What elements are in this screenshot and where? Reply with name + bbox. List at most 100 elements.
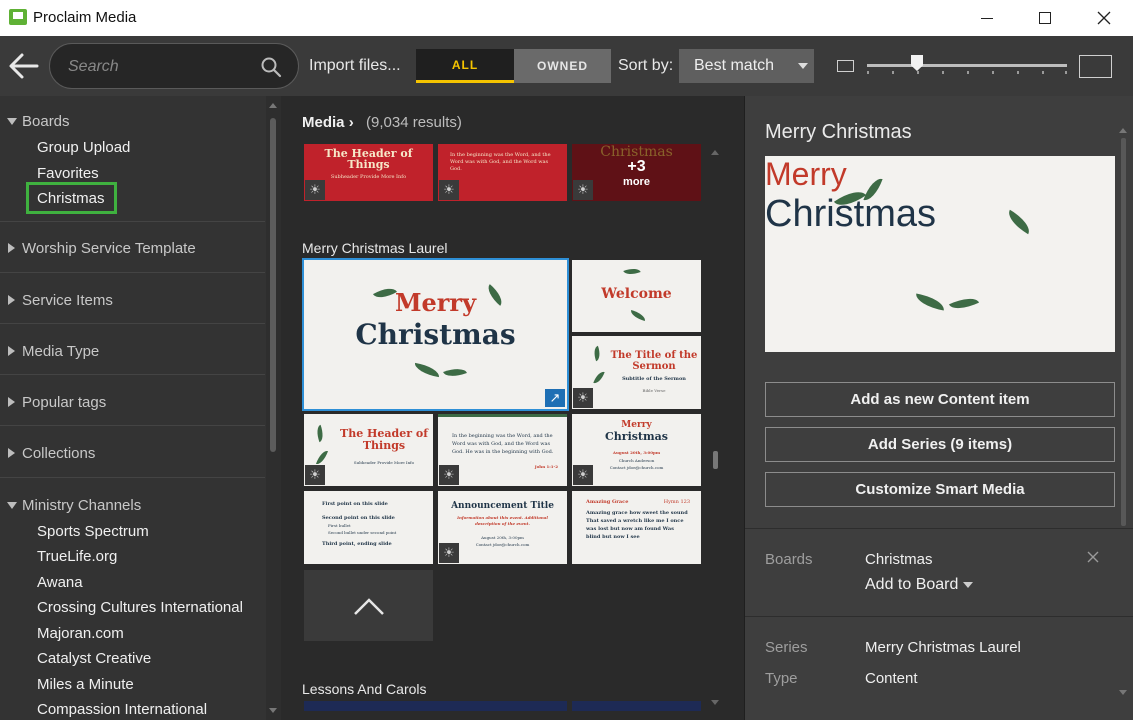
sidebar-item-channel[interactable]: Miles a Minute [37,676,134,693]
media-thumbnail-partial[interactable] [572,701,701,711]
collapsed-triangle-icon[interactable] [8,397,15,407]
media-thumbnail[interactable]: First point on this slide Second point o… [304,491,433,564]
add-to-board-label: Add to Board [865,576,959,593]
slider-tick [942,71,944,74]
lightbulb-icon[interactable]: ☀ [439,543,459,563]
thumb-lyrics: Amazing grace how sweet the sound That s… [586,510,688,540]
expanded-triangle-icon[interactable] [7,118,17,125]
remove-board-button[interactable] [1087,550,1099,568]
sidebar-item-channel[interactable]: Sports Spectrum [37,523,149,540]
scroll-down-icon[interactable] [269,708,277,713]
sidebar-item-channel[interactable]: Crossing Cultures International [37,599,243,616]
sidebar-section-service-items[interactable]: Service Items [22,292,113,309]
sidebar-item-channel[interactable]: TrueLife.org [37,548,117,565]
lightbulb-icon[interactable]: ☀ [439,465,459,485]
media-thumbnail[interactable]: In the beginning was the Word, and the W… [438,414,567,486]
selected-board-highlight [26,182,117,214]
slider-tick [1065,71,1067,74]
back-button[interactable] [6,48,42,84]
boards-label: Boards [765,551,813,568]
media-thumbnail[interactable]: The Header of Things Subheader Provide M… [304,414,433,486]
sidebar-item-channel[interactable]: Majoran.com [37,625,124,642]
collapsed-triangle-icon[interactable] [8,243,15,253]
sidebar-item-favorites[interactable]: Favorites [37,165,99,182]
scroll-up-icon[interactable] [711,150,719,155]
media-thumbnail[interactable]: Amazing Grace Hymn 123 Amazing grace how… [572,491,701,564]
scrollbar-thumb[interactable] [713,451,718,469]
arrow-left-icon [9,53,39,79]
expanded-triangle-icon[interactable] [7,502,17,509]
media-thumbnail[interactable]: The Header of Things Subheader Provide M… [304,144,433,201]
collapsed-triangle-icon[interactable] [8,448,15,458]
sidebar-item-group-upload[interactable]: Group Upload [37,139,130,156]
thumb-title: Announcement Title [451,501,554,511]
boards-heading[interactable]: Boards [22,113,70,130]
media-thumbnail[interactable]: Merry Christmas August 20th, 3:00pm Chur… [572,414,701,486]
window-title: Proclaim Media [33,9,137,26]
breadcrumb-media[interactable]: Media [302,114,345,131]
scroll-up-icon[interactable] [1119,128,1127,133]
maximize-icon [1039,12,1051,24]
customize-smart-media-button[interactable]: Customize Smart Media [765,472,1115,507]
slider-tick [892,71,894,74]
thumb-title: Welcome [601,286,672,302]
search-icon[interactable] [260,56,282,78]
search-box [49,43,299,89]
media-thumbnail-partial[interactable] [304,701,567,711]
lightbulb-icon[interactable]: ☀ [573,465,593,485]
small-thumbnail-icon[interactable] [837,60,854,72]
sidebar-section-collections[interactable]: Collections [22,445,95,462]
media-thumbnail-selected[interactable]: Merry Christmas ↗ [302,258,569,411]
sidebar-item-channel[interactable]: Awana [37,574,83,591]
breadcrumb[interactable]: Media › [302,114,354,131]
sidebar-item-channel[interactable]: Compassion International [37,701,207,718]
thumb-info: Church Anderson [618,458,655,463]
lightbulb-icon[interactable]: ☀ [305,465,325,485]
filter-all-tab[interactable]: ALL [416,49,514,83]
lightbulb-icon[interactable]: ☀ [573,180,593,200]
sidebar-item-channel[interactable]: Catalyst Creative [37,650,151,667]
thumb-title: The Header of Things [340,427,428,452]
collapsed-triangle-icon[interactable] [8,295,15,305]
leaf-decoration [313,424,327,443]
slider-thumb[interactable] [911,55,923,71]
thumbnail-size-slider[interactable] [867,55,1067,74]
ministry-channels-heading[interactable]: Ministry Channels [22,497,141,514]
media-thumbnail-more[interactable]: Christmas +3 more ☀ [572,144,701,201]
collapsed-triangle-icon[interactable] [8,346,15,356]
search-input[interactable] [68,56,258,78]
sort-select[interactable]: Best match [679,49,814,83]
scrollbar-thumb[interactable] [1121,138,1126,526]
media-thumbnail[interactable]: The Title of the Sermon Subtitle of the … [572,336,701,409]
results-count: (9,034 results) [366,114,462,131]
media-thumbnail[interactable]: Announcement Title Information about thi… [438,491,567,564]
toolbar: Import files... ALL OWNED Sort by: Best … [0,36,1133,96]
sidebar-section-worship-service-template[interactable]: Worship Service Template [22,240,196,257]
scroll-down-icon[interactable] [1119,690,1127,695]
divider [0,477,265,478]
expand-arrow-icon[interactable]: ↗ [545,389,565,407]
large-thumbnail-icon[interactable] [1079,55,1112,78]
lightbulb-icon[interactable]: ☀ [573,388,593,408]
import-files-button[interactable]: Import files... [309,57,401,75]
filter-owned-tab[interactable]: OWNED [514,49,611,83]
media-thumbnail[interactable]: Welcome [572,260,701,332]
maximize-button[interactable] [1016,0,1074,36]
scroll-down-icon[interactable] [711,700,719,705]
slider-tick [967,71,969,74]
thumb-title-line1: Merry [621,420,652,430]
sidebar-section-popular-tags[interactable]: Popular tags [22,394,106,411]
add-series-button[interactable]: Add Series (9 items) [765,427,1115,462]
scrollbar-thumb[interactable] [270,118,276,452]
sidebar-section-media-type[interactable]: Media Type [22,343,99,360]
lightbulb-icon[interactable]: ☀ [439,180,459,200]
minimize-button[interactable] [958,0,1016,36]
sidebar-scrollbar[interactable] [266,96,281,720]
add-to-board-dropdown[interactable]: Add to Board [865,576,974,594]
scroll-to-top-button[interactable] [304,570,433,641]
scroll-up-icon[interactable] [269,103,277,108]
media-thumbnail[interactable]: In the beginning was the Word, and the W… [438,144,567,201]
lightbulb-icon[interactable]: ☀ [305,180,325,200]
close-button[interactable] [1075,0,1133,36]
add-content-item-button[interactable]: Add as new Content item [765,382,1115,417]
